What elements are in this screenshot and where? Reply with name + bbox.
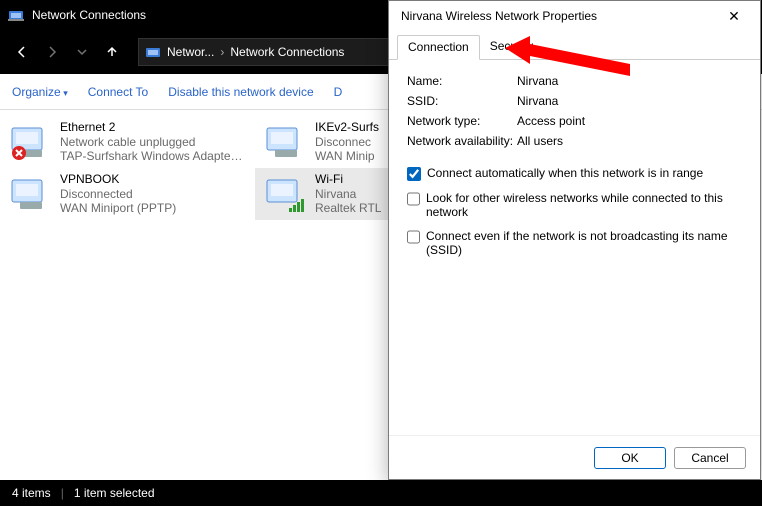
diagnose-button[interactable]: D [334, 85, 343, 99]
connection-item[interactable]: Ethernet 2Network cable unpluggedTAP-Sur… [0, 116, 255, 168]
connection-name: IKEv2-Surfs [315, 120, 379, 135]
option-auto-connect[interactable]: Connect automatically when this network … [407, 166, 742, 181]
connection-device: Realtek RTL [315, 201, 381, 216]
label-ssid: SSID: [407, 94, 517, 108]
checkbox-look-for-networks[interactable] [407, 192, 420, 206]
connection-status: Disconnec [315, 135, 379, 150]
connection-device: WAN Minip [315, 149, 379, 164]
adapter-icon [265, 120, 307, 162]
connection-name: VPNBOOK [60, 172, 176, 187]
statusbar: 4 items | 1 item selected [0, 480, 762, 506]
connection-device: WAN Miniport (PPTP) [60, 201, 176, 216]
value-availability: All users [517, 134, 563, 148]
connection-item[interactable]: VPNBOOKDisconnectedWAN Miniport (PPTP) [0, 168, 255, 220]
value-name: Nirvana [517, 74, 558, 88]
nav-forward-button[interactable] [38, 38, 66, 66]
checkbox-auto-connect[interactable] [407, 167, 421, 181]
disable-device-button[interactable]: Disable this network device [168, 85, 313, 99]
connection-status: Disconnected [60, 187, 176, 202]
breadcrumb-icon [145, 44, 161, 60]
adapter-icon [265, 172, 307, 214]
tab-connection[interactable]: Connection [397, 35, 480, 60]
value-network-type: Access point [517, 114, 585, 128]
dialog-tabs: Connection Security [389, 35, 760, 60]
close-button[interactable]: ✕ [718, 2, 750, 30]
dialog-titlebar: Nirvana Wireless Network Properties ✕ [389, 1, 760, 31]
nav-back-button[interactable] [8, 38, 36, 66]
cancel-button[interactable]: Cancel [674, 447, 746, 469]
label-availability: Network availability: [407, 134, 517, 148]
connection-name: Wi-Fi [315, 172, 381, 187]
tab-security[interactable]: Security [480, 35, 543, 59]
connection-status: Network cable unplugged [60, 135, 245, 150]
breadcrumb-current[interactable]: Network Connections [230, 45, 344, 59]
dialog-body: Name:Nirvana SSID:Nirvana Network type:A… [389, 60, 760, 435]
nav-up-button[interactable] [98, 38, 126, 66]
label-network-type: Network type: [407, 114, 517, 128]
status-items: 4 items [12, 486, 51, 500]
status-selected: 1 item selected [74, 486, 155, 500]
network-connections-icon [8, 7, 24, 23]
chevron-right-icon: › [220, 45, 224, 59]
dialog-buttons: OK Cancel [389, 435, 760, 479]
ok-button[interactable]: OK [594, 447, 666, 469]
label-name: Name: [407, 74, 517, 88]
organize-menu[interactable]: Organize [12, 85, 68, 99]
adapter-icon [10, 120, 52, 162]
wifi-properties-dialog: Nirvana Wireless Network Properties ✕ Co… [388, 0, 761, 480]
adapter-icon [10, 172, 52, 214]
connection-name: Ethernet 2 [60, 120, 245, 135]
nav-recent-button[interactable] [68, 38, 96, 66]
connection-device: TAP-Surfshark Windows Adapter V9 [60, 149, 245, 164]
dialog-title: Nirvana Wireless Network Properties [401, 9, 718, 23]
value-ssid: Nirvana [517, 94, 558, 108]
breadcrumb-root[interactable]: Networ... [167, 45, 214, 59]
checkbox-connect-hidden[interactable] [407, 230, 420, 244]
connect-to-button[interactable]: Connect To [88, 85, 149, 99]
window-title: Network Connections [32, 8, 146, 22]
connection-status: Nirvana [315, 187, 381, 202]
option-connect-hidden[interactable]: Connect even if the network is not broad… [407, 229, 742, 257]
option-look-for-networks[interactable]: Look for other wireless networks while c… [407, 191, 742, 219]
